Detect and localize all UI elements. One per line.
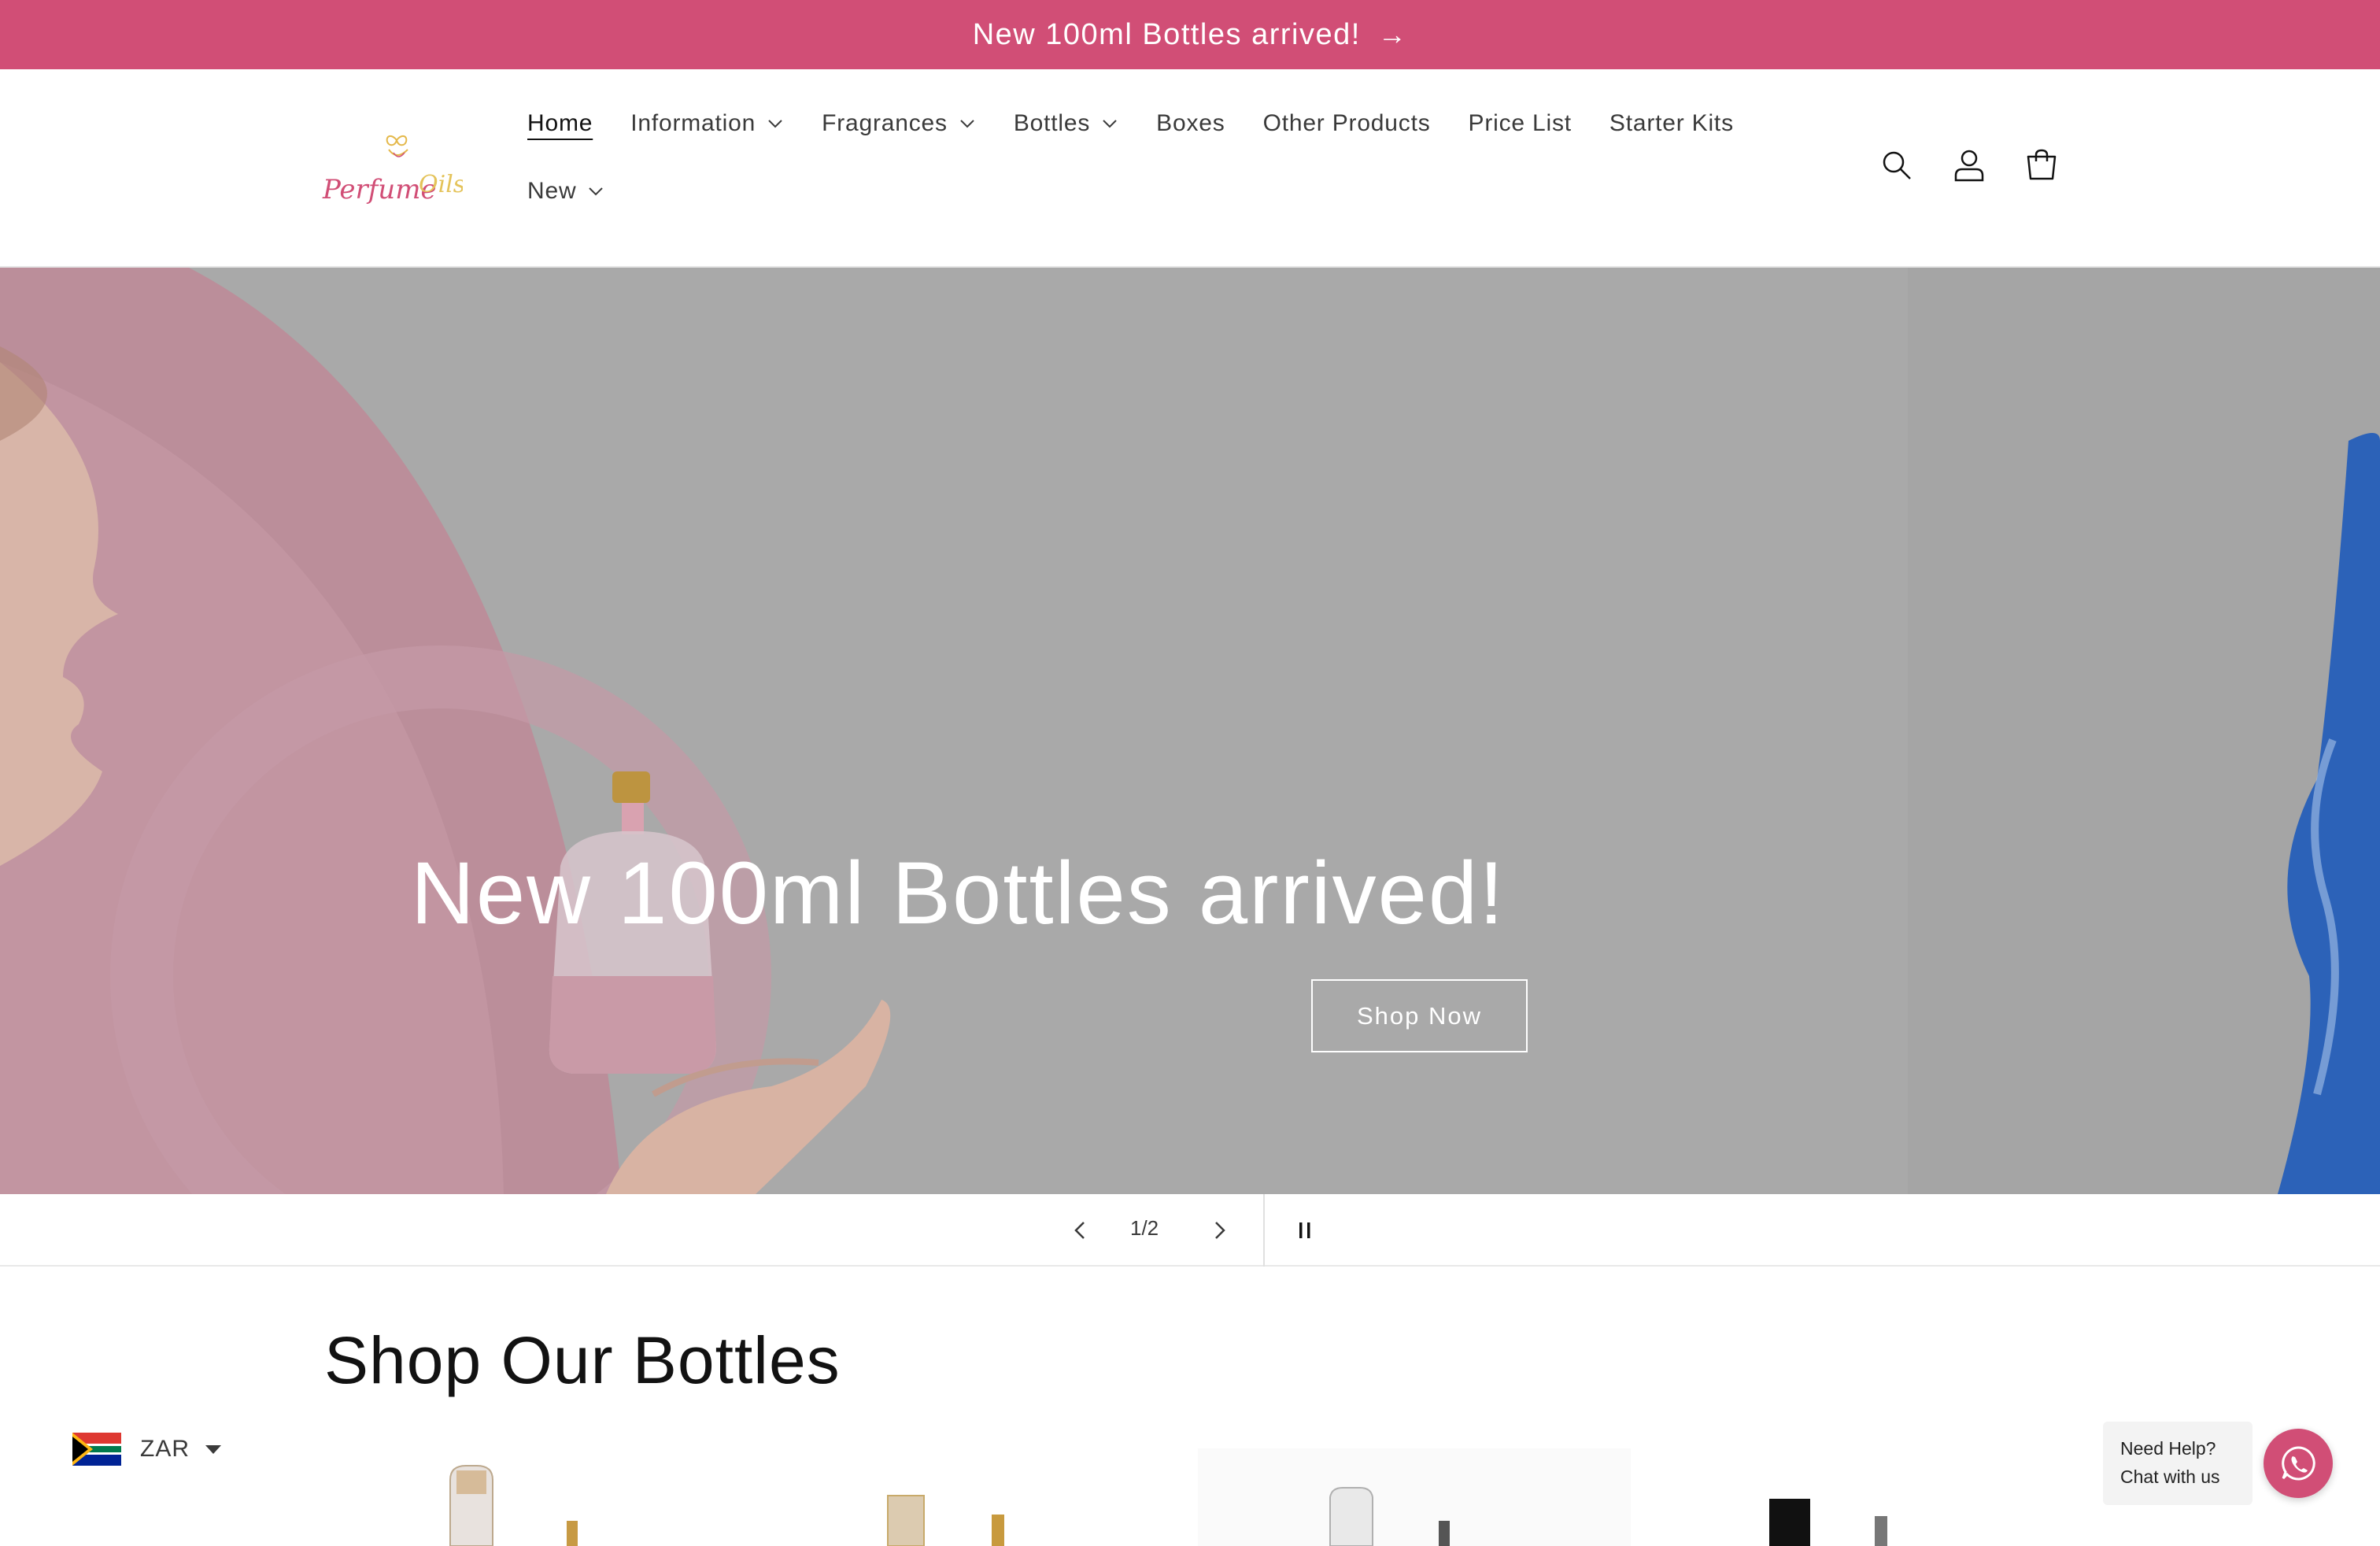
whatsapp-chat-button[interactable] xyxy=(2264,1429,2333,1498)
nav-item-boxes[interactable]: Boxes xyxy=(1156,110,1225,137)
currency-code: ZAR xyxy=(140,1436,190,1462)
product-card[interactable] xyxy=(324,1433,757,1546)
hero-background xyxy=(0,268,1908,1194)
nav-item-fragrances[interactable]: Fragrances xyxy=(822,110,976,137)
arrow-right-icon: → xyxy=(1377,18,1408,50)
nav-row-1: Home Information Fragrances Bottles Boxe… xyxy=(527,107,1755,140)
hero-slideshow: New 100ml Bottles arrived! Shop Now xyxy=(0,268,2380,1194)
nav-item-bottles[interactable]: Bottles xyxy=(1014,110,1118,137)
chevron-down-icon xyxy=(768,120,782,128)
svg-text:Oils: Oils xyxy=(419,171,463,198)
help-line-2: Chat with us xyxy=(2120,1466,2220,1487)
nav-item-home[interactable]: Home xyxy=(527,110,593,137)
search-icon[interactable] xyxy=(1879,148,1914,183)
product-image xyxy=(887,1495,1004,1546)
nav-item-information[interactable]: Information xyxy=(630,110,784,137)
pause-icon[interactable] xyxy=(1291,1216,1319,1245)
hero-title: New 100ml Bottles arrived! xyxy=(411,844,1506,942)
slideshow-controls: 1/2 xyxy=(0,1194,2380,1267)
nav-row-2: New xyxy=(527,175,1755,208)
site-header: Perfume Oils Home Information Fragrances… xyxy=(0,69,2380,268)
nav-item-other-products[interactable]: Other Products xyxy=(1263,110,1431,137)
product-card[interactable] xyxy=(763,1433,1196,1546)
main-nav: Home Information Fragrances Bottles Boxe… xyxy=(527,107,1755,208)
chevron-down-icon xyxy=(589,187,604,196)
header-icons xyxy=(1879,148,2059,183)
product-image xyxy=(1198,1448,1631,1546)
announcement-bar[interactable]: New 100ml Bottles arrived! → xyxy=(0,0,2380,69)
product-grid xyxy=(0,1433,2380,1546)
perfume-oils-logo[interactable]: Perfume Oils xyxy=(321,129,465,216)
nav-label: Bottles xyxy=(1013,110,1091,136)
nav-label: Information xyxy=(630,110,756,136)
nav-label: New xyxy=(527,178,577,204)
product-card[interactable] xyxy=(1198,1433,1631,1546)
nav-label: Fragrances xyxy=(822,110,948,136)
nav-item-price-list[interactable]: Price List xyxy=(1469,110,1572,137)
help-line-1: Need Help? xyxy=(2120,1438,2216,1459)
announcement-text: New 100ml Bottles arrived! xyxy=(972,17,1361,51)
nav-item-new[interactable]: New xyxy=(527,178,604,205)
hero-illustration xyxy=(0,268,891,1194)
nav-label: Home xyxy=(527,110,593,136)
nav-item-starter-kits[interactable]: Starter Kits xyxy=(1609,110,1734,137)
shop-now-button[interactable]: Shop Now xyxy=(1311,979,1528,1052)
south-africa-flag-icon xyxy=(72,1433,121,1466)
nav-label: Boxes xyxy=(1156,110,1225,136)
chevron-down-icon xyxy=(1103,120,1117,128)
next-slide-preview xyxy=(1908,268,2380,1194)
nav-label: Other Products xyxy=(1262,110,1431,136)
nav-label: Price List xyxy=(1468,110,1572,136)
nav-label: Starter Kits xyxy=(1609,110,1734,136)
account-icon[interactable] xyxy=(1952,148,1986,183)
product-card[interactable] xyxy=(1635,1433,2068,1546)
caret-down-icon xyxy=(205,1444,221,1454)
controls-divider xyxy=(1263,1194,1265,1267)
chevron-down-icon xyxy=(960,120,974,128)
product-image xyxy=(1769,1499,1887,1546)
cart-icon[interactable] xyxy=(2024,148,2059,183)
section-title: Shop Our Bottles xyxy=(324,1323,841,1397)
slide-counter: 1/2 xyxy=(1130,1216,1159,1240)
whatsapp-icon xyxy=(2282,1446,2315,1481)
chevron-right-icon[interactable] xyxy=(1204,1216,1236,1245)
product-image xyxy=(449,1465,578,1546)
help-chat-bubble[interactable]: Need Help? Chat with us xyxy=(2103,1422,2252,1505)
currency-selector[interactable]: ZAR xyxy=(72,1433,221,1466)
chevron-left-icon[interactable] xyxy=(1064,1216,1096,1245)
